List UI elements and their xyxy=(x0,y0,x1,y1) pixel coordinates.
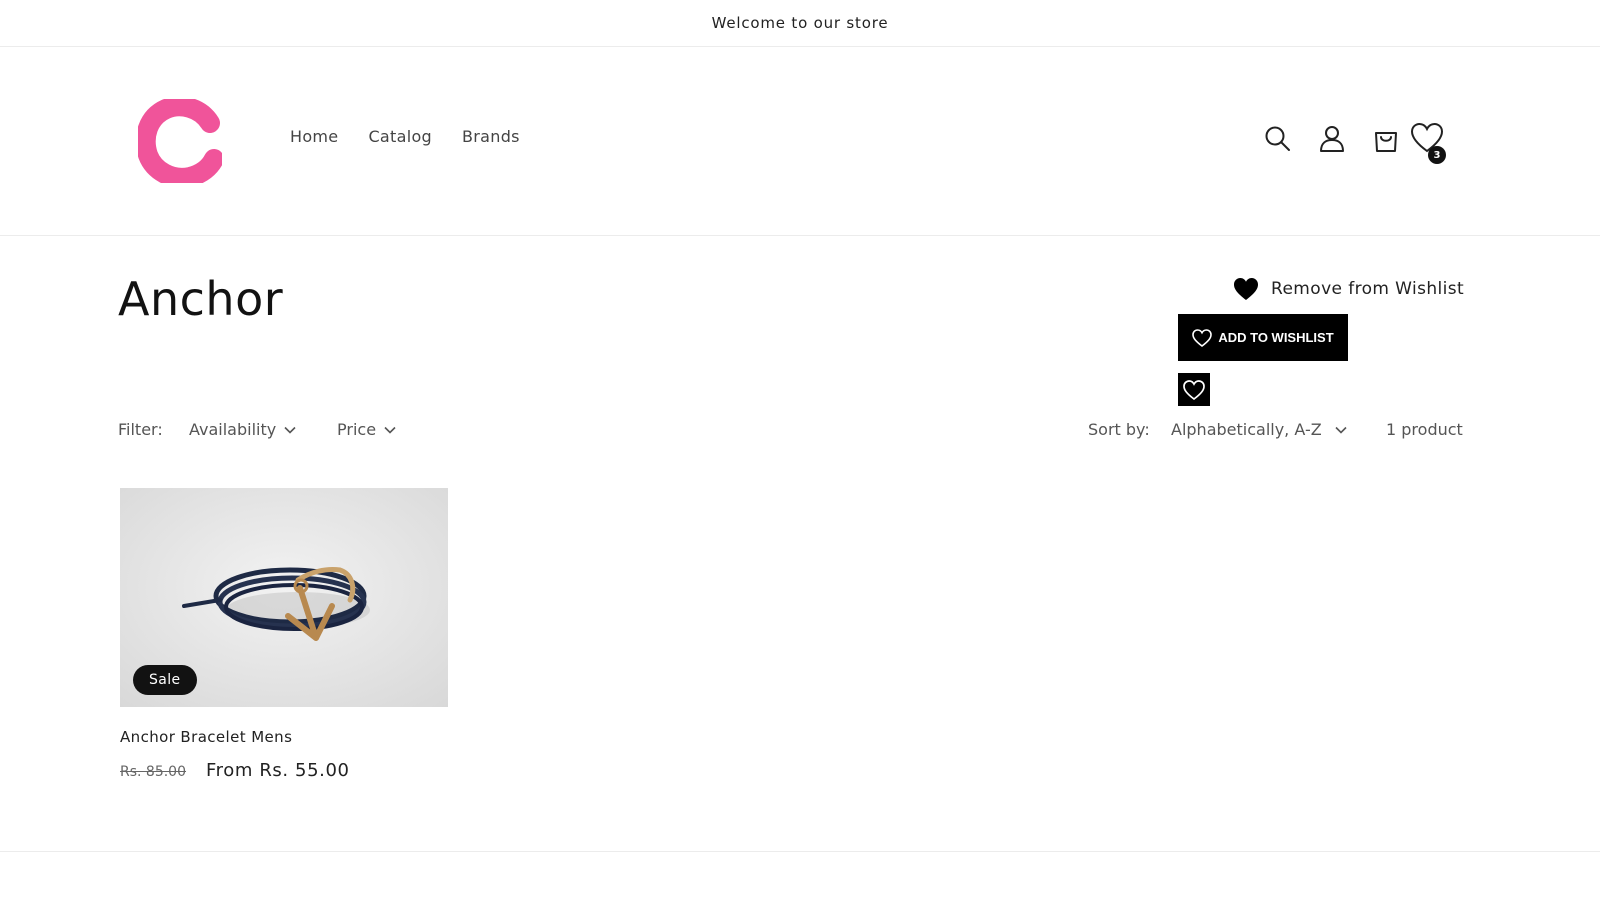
wishlist-count-badge: 3 xyxy=(1428,146,1446,164)
sort-label: Sort by: xyxy=(1088,420,1150,439)
user-icon[interactable] xyxy=(1317,124,1347,154)
sort-selected-value: Alphabetically, A-Z xyxy=(1171,420,1322,439)
chevron-down-icon xyxy=(284,426,296,434)
nav-catalog[interactable]: Catalog xyxy=(368,127,432,146)
add-to-wishlist-button[interactable]: ADD TO WISHLIST xyxy=(1178,314,1348,361)
filter-availability[interactable]: Availability xyxy=(189,420,296,439)
sale-badge: Sale xyxy=(133,665,197,695)
announcement-bar: Welcome to our store xyxy=(0,0,1600,47)
wishlist-toggle-button[interactable] xyxy=(1178,373,1210,406)
filter-availability-label: Availability xyxy=(189,420,277,439)
bag-icon[interactable] xyxy=(1371,124,1401,154)
store-logo[interactable] xyxy=(138,99,222,183)
sort-select[interactable]: Alphabetically, A-Z xyxy=(1171,420,1347,439)
section-divider xyxy=(0,851,1600,852)
site-header: Home Catalog Brands 3 xyxy=(0,47,1600,236)
page-title: Anchor xyxy=(118,272,284,326)
chevron-down-icon xyxy=(384,426,396,434)
remove-from-wishlist-button[interactable]: Remove from Wishlist xyxy=(1233,277,1464,301)
heart-filled-icon xyxy=(1234,278,1258,300)
filter-price[interactable]: Price xyxy=(337,420,396,439)
announcement-text: Welcome to our store xyxy=(711,14,889,32)
nav-brands[interactable]: Brands xyxy=(462,127,520,146)
remove-from-wishlist-label: Remove from Wishlist xyxy=(1271,279,1465,299)
search-icon[interactable] xyxy=(1263,124,1293,154)
filter-price-label: Price xyxy=(337,420,377,439)
main-nav: Home Catalog Brands xyxy=(290,127,520,146)
add-to-wishlist-label: ADD TO WISHLIST xyxy=(1218,330,1334,345)
heart-outline-icon xyxy=(1192,328,1213,347)
price-regular: Rs. 85.00 xyxy=(120,764,187,780)
nav-home[interactable]: Home xyxy=(290,127,338,146)
product-title[interactable]: Anchor Bracelet Mens xyxy=(120,728,292,746)
heart-outline-icon xyxy=(1183,379,1205,400)
price-sale: From Rs. 55.00 xyxy=(206,760,350,781)
chevron-down-icon xyxy=(1335,426,1347,434)
filter-label: Filter: xyxy=(118,420,163,439)
product-count: 1 product xyxy=(1386,420,1463,439)
